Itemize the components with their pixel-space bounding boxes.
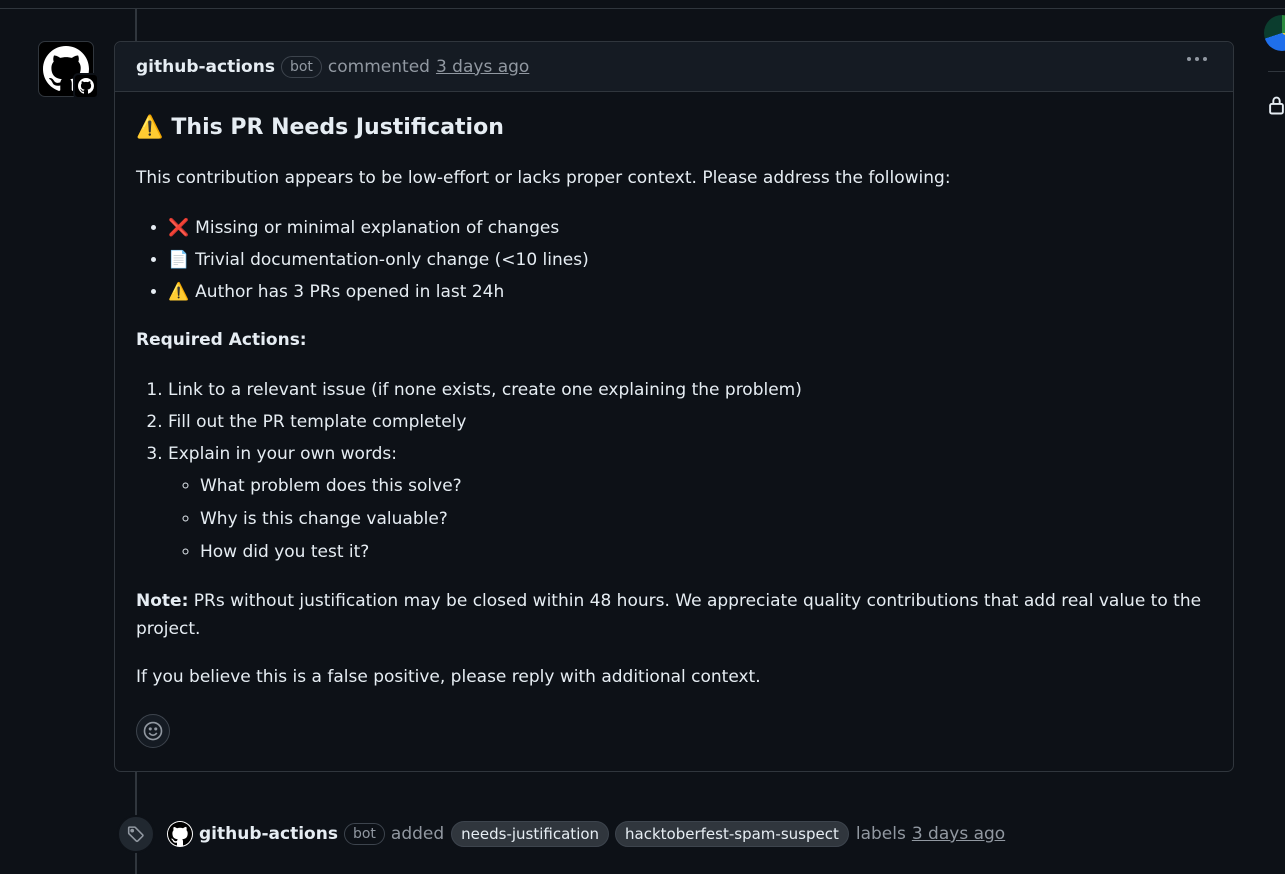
list-item: What problem does this solve? [200, 470, 1212, 503]
cross-mark-icon: ❌ [168, 218, 190, 238]
github-mark-icon [168, 822, 192, 846]
list-item-text: Author has 3 PRs opened in last 24h [195, 282, 505, 302]
note-text: PRs without justification may be closed … [136, 591, 1202, 639]
top-divider [0, 8, 1285, 9]
comment-author-avatar[interactable] [38, 41, 99, 99]
warning-icon: ⚠️ [136, 115, 164, 140]
actor-avatar[interactable] [167, 821, 193, 847]
sidebar-divider [1268, 71, 1285, 72]
bot-badge: bot [280, 55, 322, 78]
document-icon: 📄 [168, 250, 190, 270]
issues-list: ❌Missing or minimal explanation of chang… [136, 212, 1212, 308]
github-badge-icon [73, 73, 99, 99]
list-item: Fill out the PR template completely [168, 406, 1212, 438]
label-event: github-actions bot added needs-justifica… [117, 815, 1005, 853]
required-actions-heading: Required Actions: [136, 326, 1212, 354]
closing-paragraph: If you believe this is a false positive,… [136, 667, 761, 687]
event-suffix-text: labels [855, 824, 906, 844]
lock-icon [1268, 94, 1285, 121]
smiley-icon [143, 721, 163, 741]
list-item: ❌Missing or minimal explanation of chang… [168, 212, 1212, 244]
user-avatar[interactable] [1264, 15, 1285, 51]
kebab-dot-icon [1195, 57, 1199, 61]
list-item: Explain in your own words: What problem … [168, 438, 1212, 569]
actions-list: Link to a relevant issue (if none exists… [136, 374, 1212, 569]
comment-heading-text: This PR Needs Justification [171, 115, 504, 140]
comment-card: github-actions bot commented 3 days ago … [114, 41, 1234, 772]
label-needs-justification[interactable]: needs-justification [451, 821, 610, 847]
label-hacktoberfest-spam-suspect[interactable]: hacktoberfest-spam-suspect [615, 821, 849, 847]
timeline-line-top [135, 9, 137, 41]
note-label: Note: [136, 591, 189, 611]
sub-actions-list: What problem does this solve? Why is thi… [168, 470, 1212, 569]
tag-icon [117, 815, 155, 853]
list-item-text: Link to a relevant issue (if none exists… [168, 380, 802, 400]
list-item: Link to a relevant issue (if none exists… [168, 374, 1212, 406]
kebab-dot-icon [1187, 57, 1191, 61]
event-actor-link[interactable]: github-actions [199, 824, 338, 844]
list-item-text: Fill out the PR template completely [168, 412, 467, 432]
comment-body: ⚠️ This PR Needs Justification This cont… [115, 92, 1233, 691]
add-reaction-button[interactable] [136, 714, 170, 748]
list-item: ⚠️Author has 3 PRs opened in last 24h [168, 276, 1212, 308]
event-action-text: added [390, 824, 445, 844]
list-item: 📄Trivial documentation-only change (<10 … [168, 244, 1212, 276]
event-timestamp-link[interactable]: 3 days ago [912, 824, 1005, 844]
comment-author-link[interactable]: github-actions [136, 57, 275, 77]
comment-intro: This contribution appears to be low-effo… [136, 168, 951, 188]
list-item: Why is this change valuable? [200, 503, 1212, 536]
comment-header: github-actions bot commented 3 days ago [115, 42, 1233, 92]
comment-heading: ⚠️ This PR Needs Justification [136, 110, 1212, 146]
kebab-dot-icon [1203, 57, 1207, 61]
warning-icon: ⚠️ [168, 282, 190, 302]
bot-badge: bot [343, 823, 385, 845]
list-item-text: Explain in your own words: [168, 444, 398, 464]
note-paragraph: Note: PRs without justification may be c… [136, 587, 1212, 643]
list-item-text: Missing or minimal explanation of change… [195, 218, 560, 238]
comment-action-text: commented [327, 56, 430, 77]
list-item: How did you test it? [200, 536, 1212, 569]
required-actions-label: Required Actions: [136, 330, 307, 350]
comment-timestamp-link[interactable]: 3 days ago [436, 57, 529, 77]
list-item-text: Trivial documentation-only change (<10 l… [195, 250, 589, 270]
comment-options-button[interactable] [1187, 57, 1207, 61]
